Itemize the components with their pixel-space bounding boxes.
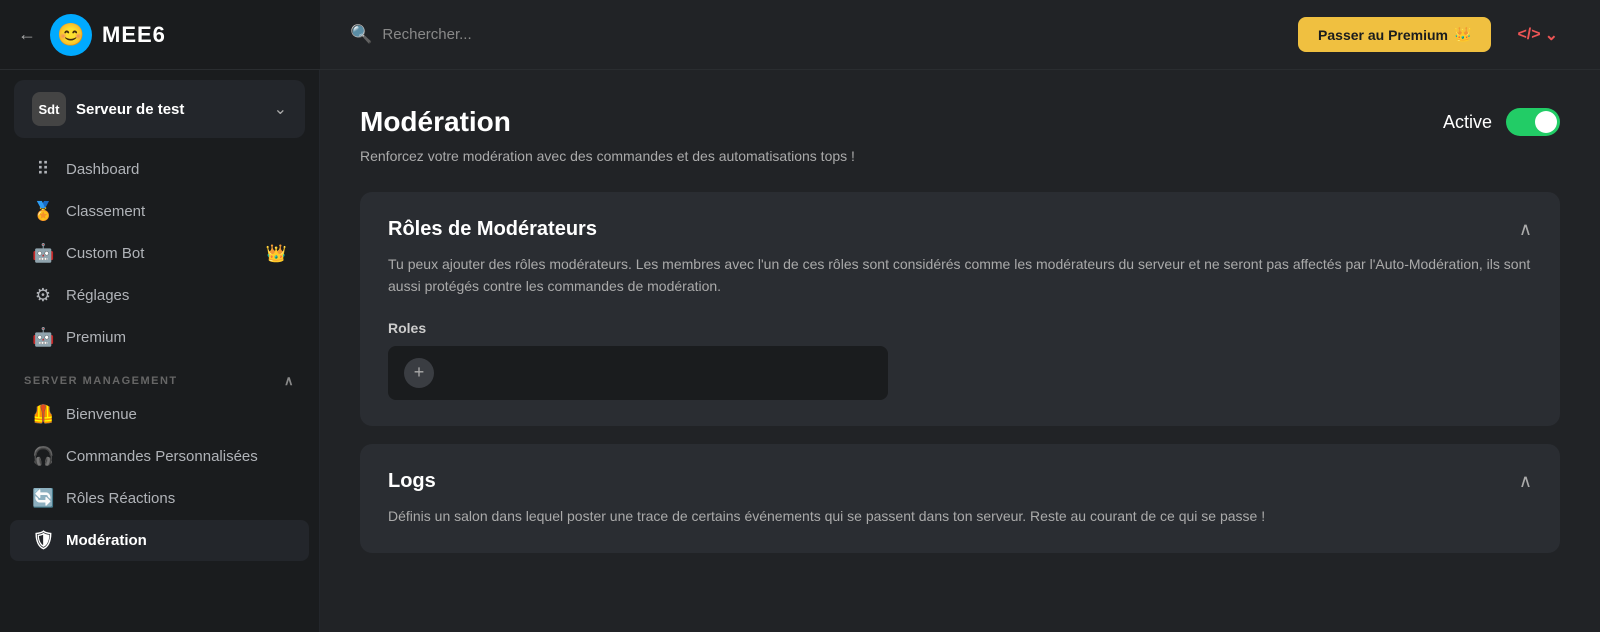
sidebar-item-label: Premium: [66, 329, 126, 346]
custom-bot-icon: 🤖: [32, 243, 54, 264]
page-subtitle: Renforcez votre modération avec des comm…: [360, 148, 1560, 164]
section-server-management: SERVER MANAGEMENT ∧: [0, 359, 319, 393]
sidebar-item-commandes-personnalisees[interactable]: 🎧 Commandes Personnalisées: [10, 436, 309, 477]
sidebar-item-label: Classement: [66, 203, 145, 220]
sidebar-item-label: Réglages: [66, 287, 129, 304]
toggle-knob: [1535, 111, 1557, 133]
dashboard-icon: ⠿: [32, 159, 54, 180]
sidebar-item-moderation[interactable]: 🛡 Modération: [10, 520, 309, 561]
active-toggle[interactable]: [1506, 108, 1560, 136]
logo-icon: 😊: [50, 14, 92, 56]
server-selector[interactable]: Sdt Serveur de test ⌄: [14, 80, 305, 138]
sidebar-item-dashboard[interactable]: ⠿ Dashboard: [10, 149, 309, 190]
sidebar-item-reglages[interactable]: ⚙ Réglages: [10, 275, 309, 316]
back-icon[interactable]: ←: [18, 24, 36, 45]
page-title: Modération: [360, 106, 511, 138]
card-logs-desc: Définis un salon dans lequel poster une …: [388, 505, 1532, 527]
premium-button[interactable]: Passer au Premium 👑: [1298, 17, 1491, 52]
server-chevron-icon: ⌄: [274, 99, 287, 119]
card-logs-title: Logs: [388, 470, 436, 493]
sidebar-item-label: Modération: [66, 532, 147, 549]
card-logs: Logs ∧ Définis un salon dans lequel post…: [360, 444, 1560, 553]
premium-btn-label: Passer au Premium: [1318, 27, 1448, 43]
card-roles-header[interactable]: Rôles de Modérateurs ∧: [388, 218, 1532, 241]
moderation-icon: 🛡: [32, 530, 54, 551]
page-header: Modération Active: [360, 106, 1560, 138]
card-roles-chevron-icon[interactable]: ∧: [1519, 219, 1532, 240]
active-label: Active: [1443, 112, 1492, 133]
active-toggle-area: Active: [1443, 108, 1560, 136]
search-icon: 🔍: [350, 24, 372, 45]
roles-reactions-icon: 🔄: [32, 488, 54, 509]
sidebar-item-label: Dashboard: [66, 161, 139, 178]
sidebar-item-label: Commandes Personnalisées: [66, 448, 258, 465]
page-content: Modération Active Renforcez votre modéra…: [320, 70, 1600, 632]
code-button[interactable]: </> ⌄: [1505, 17, 1570, 53]
logo-area: ← 😊 MEE6: [18, 14, 166, 56]
sidebar-item-roles-reactions[interactable]: 🔄 Rôles Réactions: [10, 478, 309, 519]
section-collapse-icon[interactable]: ∧: [284, 373, 295, 389]
card-logs-header[interactable]: Logs ∧: [388, 470, 1532, 493]
bienvenue-icon: 🦺: [32, 404, 54, 425]
server-name: Serveur de test: [76, 101, 184, 118]
premium-crown-icon: 👑: [1454, 26, 1471, 43]
sidebar: ← 😊 MEE6 Sdt Serveur de test ⌄ ⠿ Dashboa…: [0, 0, 320, 632]
roles-label: Roles: [388, 320, 1532, 336]
code-btn-chevron: ⌄: [1545, 25, 1558, 45]
card-roles-desc: Tu peux ajouter des rôles modérateurs. L…: [388, 253, 1532, 298]
sidebar-item-custom-bot[interactable]: 🤖 Custom Bot 👑: [10, 233, 309, 274]
sidebar-item-label: Rôles Réactions: [66, 490, 175, 507]
reglages-icon: ⚙: [32, 285, 54, 306]
logo-text: MEE6: [102, 22, 166, 48]
code-btn-label: </>: [1517, 26, 1540, 44]
header-bar: 🔍 Rechercher... Passer au Premium 👑 </> …: [320, 0, 1600, 70]
sidebar-item-bienvenue[interactable]: 🦺 Bienvenue: [10, 394, 309, 435]
card-roles-moderateurs: Rôles de Modérateurs ∧ Tu peux ajouter d…: [360, 192, 1560, 426]
main-nav: ⠿ Dashboard 🏅 Classement 🤖 Custom Bot 👑 …: [0, 148, 319, 562]
sidebar-item-label: Bienvenue: [66, 406, 137, 423]
sidebar-item-label: Custom Bot: [66, 245, 144, 262]
sidebar-item-premium[interactable]: 🤖 Premium: [10, 317, 309, 358]
header-actions: Passer au Premium 👑 </> ⌄: [1298, 17, 1570, 53]
search-placeholder[interactable]: Rechercher...: [382, 26, 471, 43]
server-avatar: Sdt: [32, 92, 66, 126]
topbar: ← 😊 MEE6: [0, 0, 320, 70]
add-role-button[interactable]: +: [404, 358, 434, 388]
premium-icon: 🤖: [32, 327, 54, 348]
premium-badge-icon: 👑: [266, 244, 287, 264]
roles-input-area[interactable]: +: [388, 346, 888, 400]
commandes-icon: 🎧: [32, 446, 54, 467]
card-roles-title: Rôles de Modérateurs: [388, 218, 597, 241]
classement-icon: 🏅: [32, 201, 54, 222]
card-logs-chevron-icon[interactable]: ∧: [1519, 471, 1532, 492]
sidebar-item-classement[interactable]: 🏅 Classement: [10, 191, 309, 232]
search-area: 🔍 Rechercher...: [350, 24, 472, 45]
main-content: 🔍 Rechercher... Passer au Premium 👑 </> …: [320, 0, 1600, 632]
